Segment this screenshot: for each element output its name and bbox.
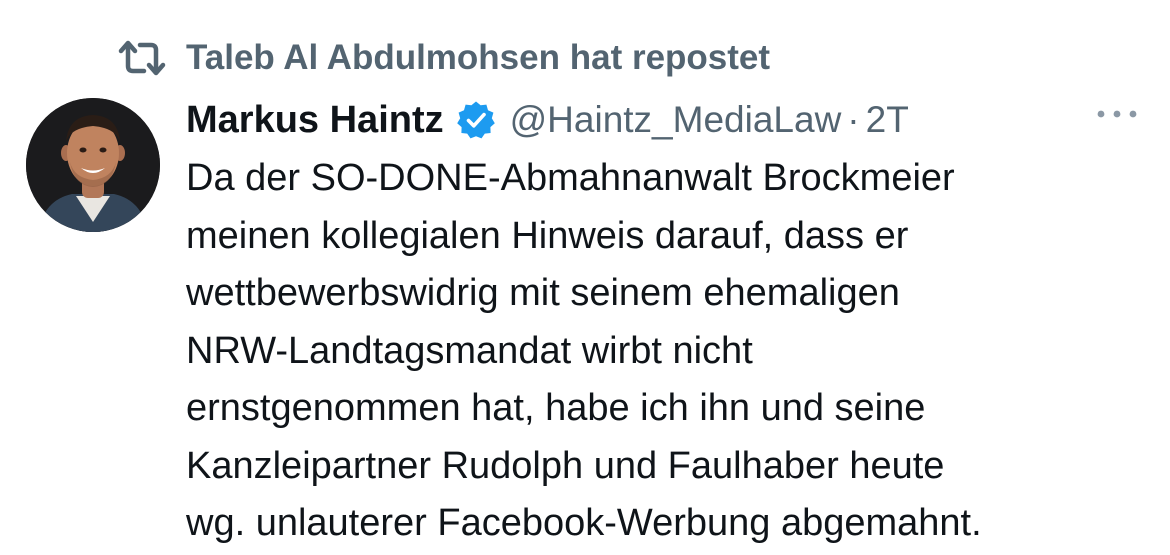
tweet-text-line: NRW-Landtagsmandat wirbt nicht	[186, 329, 753, 372]
avatar[interactable]	[26, 98, 160, 232]
tweet-text-line: wg. unlauterer Facebook-Werbung abgemahn…	[186, 502, 982, 544]
author-handle[interactable]: @Haintz_MediaLaw	[510, 99, 842, 141]
tweet-text-line: ernstgenommen hat, habe ich ihn und sein…	[186, 387, 926, 429]
repost-indicator[interactable]: Taleb Al Abdulmohsen hat repostet	[116, 34, 770, 82]
more-options-icon[interactable]	[1094, 104, 1140, 124]
repost-icon	[118, 40, 166, 76]
tweet-text-line: Kanzleipartner Rudolph und Faulhaber heu…	[186, 444, 945, 487]
repost-text[interactable]: Taleb Al Abdulmohsen hat repostet	[186, 38, 770, 78]
author-display-name[interactable]: Markus Haintz	[186, 99, 444, 142]
tweet-text-line: Da der SO-DONE-Abmahnanwalt Brockmeier	[186, 157, 955, 199]
tweet-header: Markus Haintz @Haintz_MediaLaw · 2T	[186, 92, 1146, 148]
tweet-text-line: wettbewerbswidrig mit seinem ehemaligen	[186, 272, 900, 314]
tweet-text-line: meinen kollegialen Hinweis darauf, dass …	[186, 214, 909, 257]
tweet-text[interactable]: Da der SO-DONE-Abmahnanwalt Brockmeier m…	[186, 150, 1158, 553]
tweet-timestamp[interactable]: 2T	[866, 99, 909, 141]
time-separator: ·	[847, 99, 860, 140]
verified-badge-icon[interactable]	[456, 100, 496, 140]
avatar-photo	[26, 98, 160, 232]
